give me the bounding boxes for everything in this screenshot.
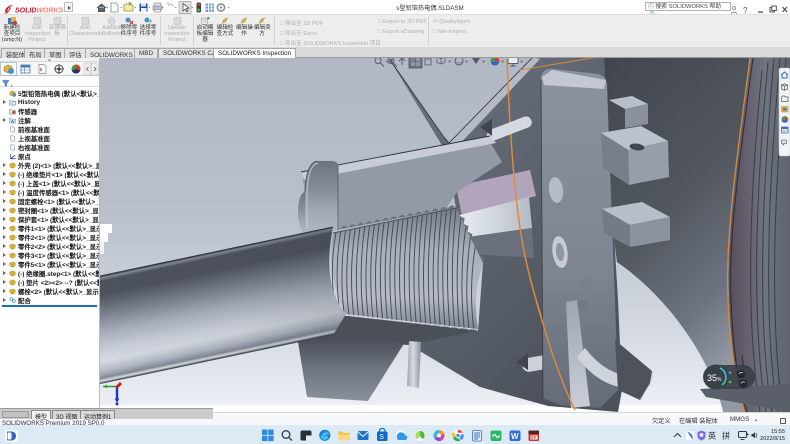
- svg-text:W: W: [511, 432, 519, 441]
- svg-text:拼: 拼: [722, 431, 730, 441]
- svg-text:S: S: [379, 434, 384, 441]
- svg-text:英: 英: [708, 431, 716, 441]
